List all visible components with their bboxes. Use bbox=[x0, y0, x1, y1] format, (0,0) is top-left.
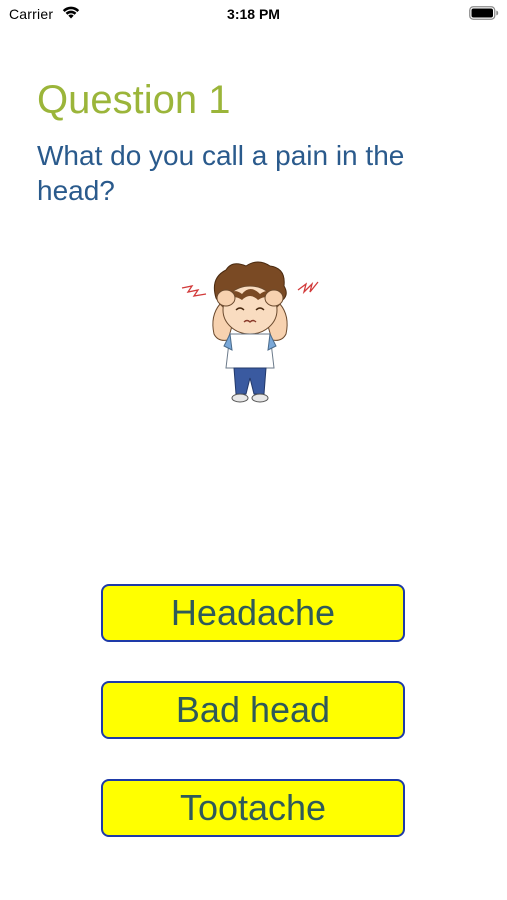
battery-icon bbox=[469, 6, 499, 20]
status-bar: Carrier 3:18 PM bbox=[0, 0, 507, 28]
boy-with-headache-icon bbox=[181, 261, 319, 403]
question-text: What do you call a pain in the head? bbox=[37, 140, 405, 206]
answer-button-bad-head[interactable]: Bad head bbox=[101, 681, 405, 739]
question-number: Question 1 bbox=[37, 78, 231, 122]
answer-button-headache[interactable]: Headache bbox=[101, 584, 405, 642]
answer-button-tootache[interactable]: Tootache bbox=[101, 779, 405, 837]
status-time: 3:18 PM bbox=[227, 6, 280, 22]
